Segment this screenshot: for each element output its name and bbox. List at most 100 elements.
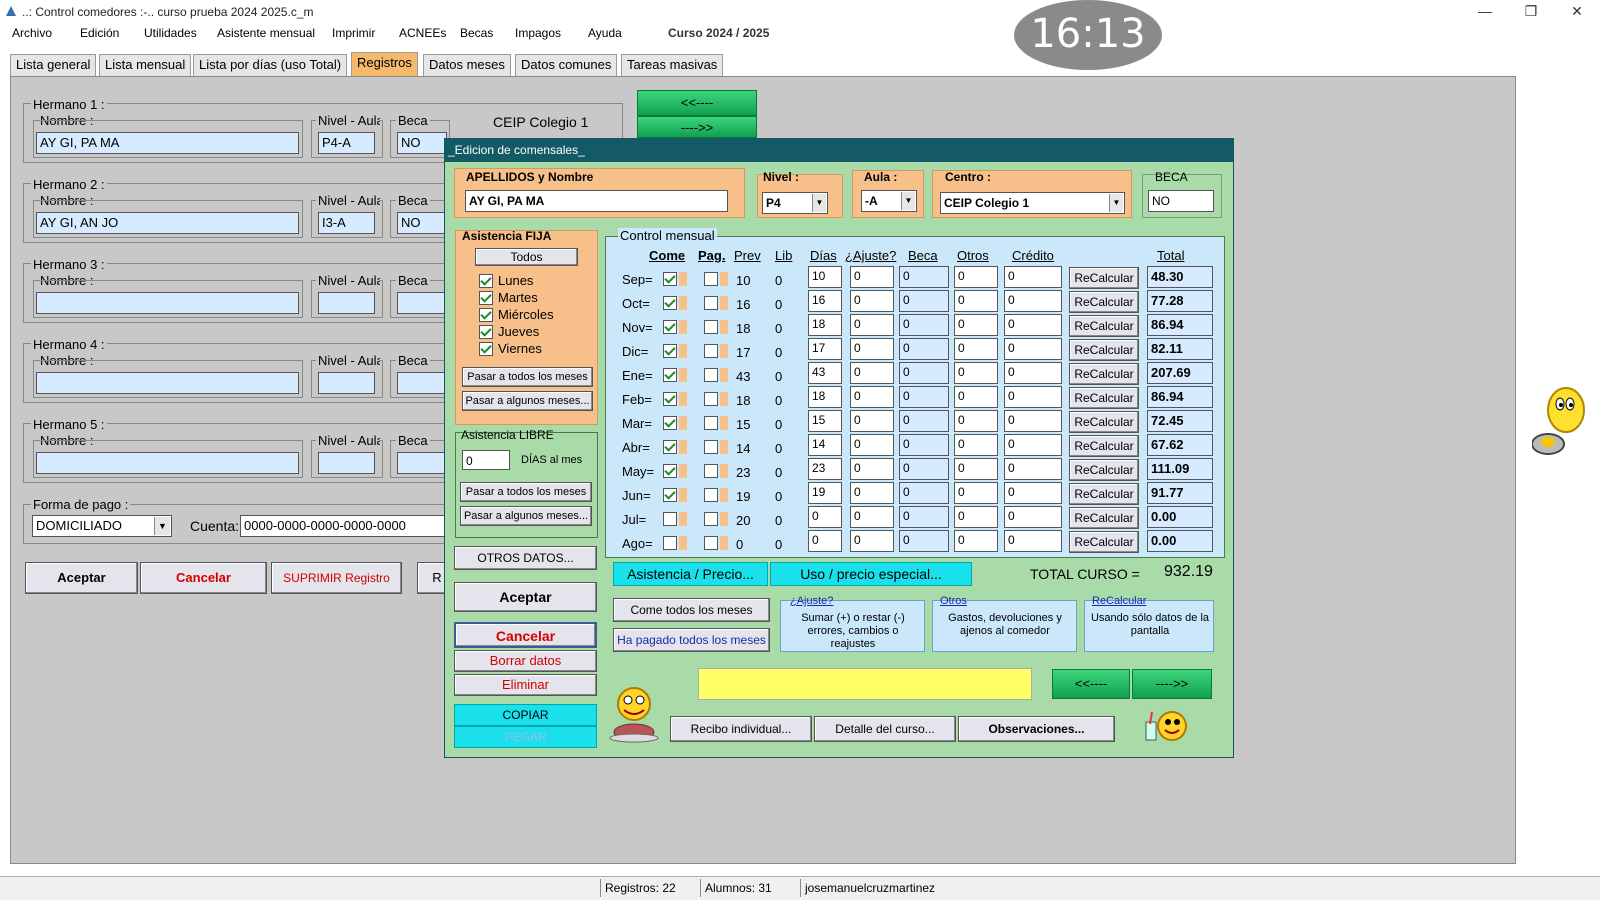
ajuste-field[interactable]: 0 [850, 482, 894, 504]
observaciones-button[interactable]: Observaciones... [958, 716, 1115, 742]
otros-datos-button[interactable]: OTROS DATOS... [454, 546, 597, 570]
martes-checkbox[interactable] [479, 291, 493, 305]
otros-field[interactable]: 0 [954, 410, 998, 432]
dias-field[interactable]: 19 [808, 482, 842, 504]
aceptar-button[interactable]: Aceptar [25, 562, 138, 594]
recalcular-button[interactable]: ReCalcular [1069, 459, 1139, 481]
credito-field[interactable]: 0 [1004, 458, 1062, 480]
beca-field[interactable]: 0 [899, 386, 949, 408]
menu-asistente-mensual[interactable]: Asistente mensual [217, 26, 315, 40]
recibo-individual-button[interactable]: Recibo individual... [670, 716, 812, 742]
cancelar-button[interactable]: Cancelar [140, 562, 267, 594]
otros-field[interactable]: 0 [954, 314, 998, 336]
come-todos-meses-button[interactable]: Come todos los meses [613, 598, 770, 622]
asistencia-precio-button[interactable]: Asistencia / Precio... [613, 562, 768, 586]
otros-field[interactable]: 0 [954, 482, 998, 504]
dialog-aceptar-button[interactable]: Aceptar [454, 582, 597, 612]
beca-field[interactable]: 0 [899, 434, 949, 456]
come-checkbox[interactable] [663, 320, 677, 334]
tab-datos-meses[interactable]: Datos meses [423, 54, 511, 76]
forma-pago-select[interactable]: DOMICILIADO ▼ [32, 515, 172, 537]
dias-field[interactable]: 14 [808, 434, 842, 456]
hermano-4-nombre-field[interactable] [36, 372, 299, 394]
come-checkbox[interactable] [663, 296, 677, 310]
come-checkbox[interactable] [663, 488, 677, 502]
recalcular-button[interactable]: ReCalcular [1069, 411, 1139, 433]
ajuste-field[interactable]: 0 [850, 338, 894, 360]
copiar-button[interactable]: COPIAR [454, 704, 597, 726]
otros-field[interactable]: 0 [954, 362, 998, 384]
hermano-1-nombre-field[interactable]: AY GI, PA MA [36, 132, 299, 154]
credito-field[interactable]: 0 [1004, 530, 1062, 552]
dias-field[interactable]: 15 [808, 410, 842, 432]
beca-field[interactable]: 0 [899, 314, 949, 336]
hermano-2-nivel-field[interactable]: I3-A [318, 212, 375, 234]
otros-field[interactable]: 0 [954, 506, 998, 528]
dias-field[interactable]: 43 [808, 362, 842, 384]
credito-field[interactable]: 0 [1004, 434, 1062, 456]
chevron-down-icon[interactable]: ▼ [154, 517, 170, 535]
credito-field[interactable]: 0 [1004, 266, 1062, 288]
recalcular-button[interactable]: ReCalcular [1069, 483, 1139, 505]
dias-field[interactable]: 17 [808, 338, 842, 360]
otros-field[interactable]: 0 [954, 266, 998, 288]
ajuste-field[interactable]: 0 [850, 530, 894, 552]
recalcular-button[interactable]: ReCalcular [1069, 531, 1139, 553]
ajuste-field[interactable]: 0 [850, 362, 894, 384]
dialog-next-button[interactable]: ---->> [1132, 669, 1212, 699]
recalcular-button[interactable]: ReCalcular [1069, 339, 1139, 361]
come-checkbox[interactable] [663, 416, 677, 430]
pagado-checkbox[interactable] [704, 512, 718, 526]
beca-field[interactable]: 0 [899, 530, 949, 552]
pagado-checkbox[interactable] [704, 320, 718, 334]
tab-lista-por-dias[interactable]: Lista por días (uso Total) [193, 54, 348, 76]
otros-field[interactable]: 0 [954, 338, 998, 360]
menu-archivo[interactable]: Archivo [12, 26, 52, 40]
recalcular-button[interactable]: ReCalcular [1069, 435, 1139, 457]
beca-field[interactable]: 0 [899, 458, 949, 480]
dias-field[interactable]: 0 [808, 530, 842, 552]
beca-field[interactable]: 0 [899, 506, 949, 528]
ajuste-field[interactable]: 0 [850, 434, 894, 456]
dias-field[interactable]: 23 [808, 458, 842, 480]
otros-field[interactable]: 0 [954, 434, 998, 456]
menu-utilidades[interactable]: Utilidades [144, 26, 197, 40]
libre-pasar-todos-button[interactable]: Pasar a todos los meses [460, 482, 592, 502]
beca-field[interactable]: 0 [899, 410, 949, 432]
tab-registros[interactable]: Registros [351, 52, 418, 76]
pagado-checkbox[interactable] [704, 296, 718, 310]
todos-button[interactable]: Todos [475, 248, 578, 266]
ajuste-field[interactable]: 0 [850, 386, 894, 408]
aula-select[interactable]: -A ▼ [861, 190, 917, 212]
menu-becas[interactable]: Becas [460, 26, 493, 40]
come-checkbox[interactable] [663, 512, 677, 526]
prev-record-button[interactable]: <<---- [637, 90, 757, 116]
nivel-select[interactable]: P4 ▼ [762, 192, 828, 214]
tab-tareas-masivas[interactable]: Tareas masivas [621, 54, 724, 76]
menu-ayuda[interactable]: Ayuda [588, 26, 622, 40]
cuenta-field[interactable]: 0000-0000-0000-0000-0000 [240, 515, 450, 537]
lunes-checkbox[interactable] [479, 274, 493, 288]
tab-lista-general[interactable]: Lista general [10, 54, 97, 76]
come-checkbox[interactable] [663, 368, 677, 382]
suprimir-button[interactable]: SUPRIMIR Registro [271, 562, 402, 594]
credito-field[interactable]: 0 [1004, 506, 1062, 528]
chevron-down-icon[interactable]: ▼ [812, 194, 826, 212]
ajuste-field[interactable]: 0 [850, 458, 894, 480]
dias-libres-field[interactable]: 0 [462, 450, 510, 470]
tab-lista-mensual[interactable]: Lista mensual [99, 54, 192, 76]
recalcular-button[interactable]: ReCalcular [1069, 267, 1139, 289]
hermano-3-beca-field[interactable] [397, 292, 447, 314]
detalle-curso-button[interactable]: Detalle del curso... [814, 716, 956, 742]
hermano-3-nivel-field[interactable] [318, 292, 375, 314]
pagado-checkbox[interactable] [704, 464, 718, 478]
otros-field[interactable]: 0 [954, 290, 998, 312]
credito-field[interactable]: 0 [1004, 290, 1062, 312]
beca-field[interactable]: 0 [899, 338, 949, 360]
pagado-checkbox[interactable] [704, 536, 718, 550]
borrar-datos-button[interactable]: Borrar datos [454, 650, 597, 672]
come-checkbox[interactable] [663, 272, 677, 286]
pagado-checkbox[interactable] [704, 368, 718, 382]
recalcular-button[interactable]: ReCalcular [1069, 291, 1139, 313]
ajuste-field[interactable]: 0 [850, 410, 894, 432]
